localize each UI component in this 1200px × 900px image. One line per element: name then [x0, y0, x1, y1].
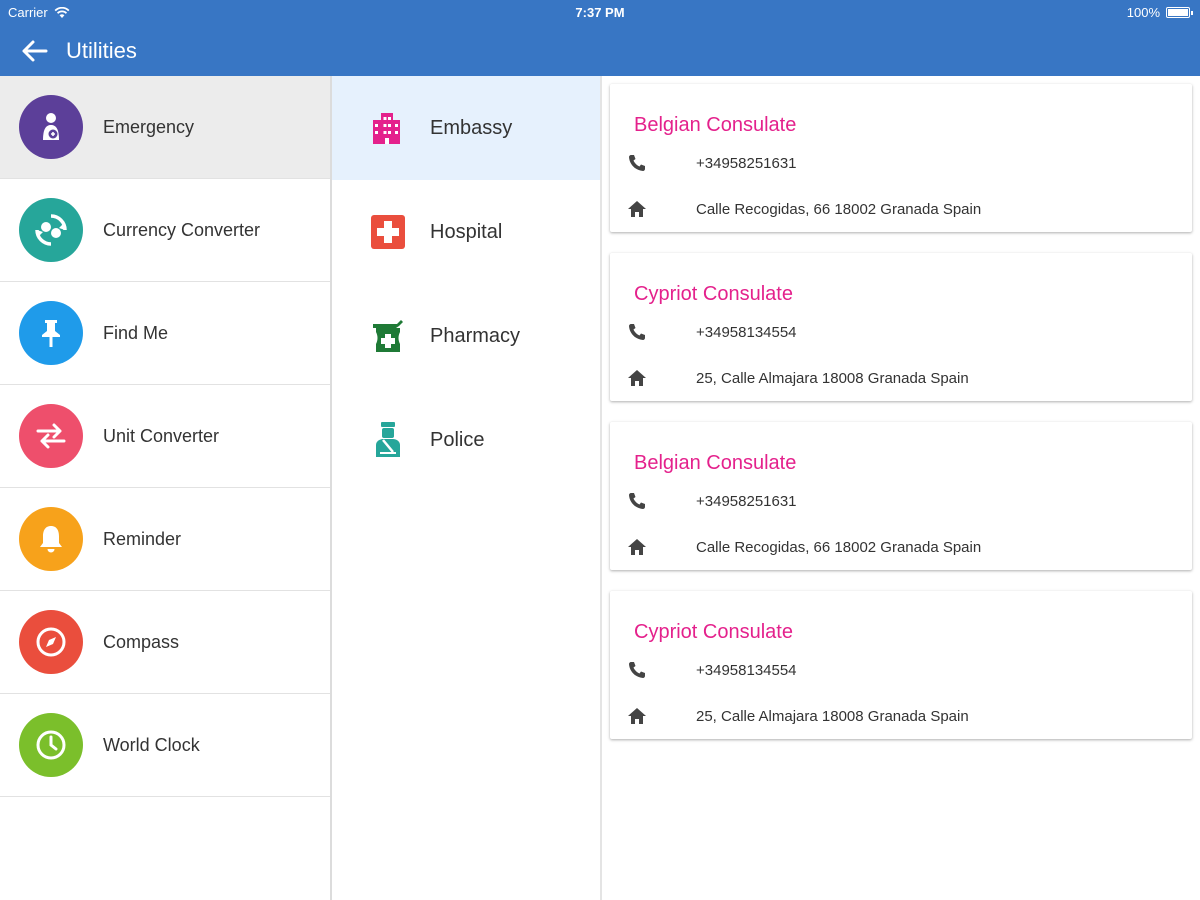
arrow-left-icon	[22, 40, 48, 62]
contact-address-row: Calle Recogidas, 66 18002 Granada Spain	[626, 536, 981, 558]
contact-card[interactable]: Cypriot Consulate +34958134554 25, Calle…	[610, 591, 1192, 739]
contact-phone: +34958134554	[696, 661, 797, 679]
swap-icon	[19, 404, 83, 468]
contact-address-row: 25, Calle Almajara 18008 Granada Spain	[626, 367, 969, 389]
utility-item-emergency[interactable]: Emergency	[0, 76, 330, 179]
contact-address-row: Calle Recogidas, 66 18002 Granada Spain	[626, 198, 981, 220]
pin-icon	[19, 301, 83, 365]
contact-name: Cypriot Consulate	[634, 621, 793, 643]
phone-icon	[626, 321, 648, 343]
contact-phone: +34958251631	[696, 492, 797, 510]
category-item-embassy[interactable]: Embassy	[332, 76, 600, 180]
compass-icon	[19, 610, 83, 674]
contact-phone: +34958134554	[696, 323, 797, 341]
home-icon	[626, 198, 648, 220]
bell-icon	[19, 507, 83, 571]
currency-icon	[19, 198, 83, 262]
contact-phone-row[interactable]: +34958251631	[626, 490, 797, 512]
contact-card[interactable]: Belgian Consulate +34958251631 Calle Rec…	[610, 422, 1192, 570]
building-icon	[364, 106, 408, 150]
police-icon	[366, 418, 410, 462]
page-title: Utilities	[66, 38, 137, 63]
contact-card[interactable]: Belgian Consulate +34958251631 Calle Rec…	[610, 84, 1192, 232]
contact-phone-row[interactable]: +34958251631	[626, 152, 797, 174]
nav-bar: Utilities	[0, 26, 1200, 76]
contact-address-row: 25, Calle Almajara 18008 Granada Spain	[626, 705, 969, 727]
category-list: Embassy Hospital Pharmacy Police	[332, 76, 602, 900]
home-icon	[626, 367, 648, 389]
contact-name: Belgian Consulate	[634, 114, 797, 136]
utility-item-unit-converter[interactable]: Unit Converter	[0, 385, 330, 488]
utility-item-reminder[interactable]: Reminder	[0, 488, 330, 591]
status-time: 7:37 PM	[575, 5, 625, 20]
category-item-police[interactable]: Police	[332, 388, 600, 492]
utility-item-currency-converter[interactable]: Currency Converter	[0, 179, 330, 282]
battery-icon	[1166, 7, 1193, 18]
back-button[interactable]	[16, 35, 52, 67]
app: Carrier 7:37 PM 100% Utilities Emergency…	[0, 0, 1200, 900]
contact-address: 25, Calle Almajara 18008 Granada Spain	[696, 707, 969, 725]
clock-icon	[19, 713, 83, 777]
battery-label: 100%	[1126, 5, 1160, 20]
home-icon	[626, 536, 648, 558]
contacts-panel: Belgian Consulate +34958251631 Calle Rec…	[602, 76, 1200, 900]
emergency-icon	[19, 95, 83, 159]
utility-item-find-me[interactable]: Find Me	[0, 282, 330, 385]
battery-indicator: 100%	[1126, 5, 1193, 20]
contact-card[interactable]: Cypriot Consulate +34958134554 25, Calle…	[610, 253, 1192, 401]
phone-icon	[626, 490, 648, 512]
category-label: Hospital	[430, 220, 503, 243]
phone-icon	[626, 152, 648, 174]
utility-item-world-clock[interactable]: World Clock	[0, 694, 330, 797]
category-label: Police	[430, 428, 485, 451]
utility-label: World Clock	[103, 734, 200, 755]
contact-address: 25, Calle Almajara 18008 Granada Spain	[696, 369, 969, 387]
utility-label: Compass	[103, 631, 180, 652]
contact-phone-row[interactable]: +34958134554	[626, 321, 797, 343]
utilities-list: Emergency Currency Converter Find Me Uni…	[0, 76, 332, 900]
utility-item-compass[interactable]: Compass	[0, 591, 330, 694]
category-label: Embassy	[430, 116, 513, 139]
pharmacy-icon	[366, 314, 410, 358]
contact-address: Calle Recogidas, 66 18002 Granada Spain	[696, 538, 982, 556]
utility-label: Currency Converter	[103, 219, 261, 240]
category-label: Pharmacy	[430, 324, 521, 347]
utility-label: Reminder	[103, 528, 182, 549]
top-bar: Carrier 7:37 PM 100% Utilities	[0, 0, 1200, 76]
category-item-hospital[interactable]: Hospital	[332, 180, 600, 284]
contact-phone-row[interactable]: +34958134554	[626, 659, 797, 681]
contact-name: Cypriot Consulate	[634, 283, 793, 305]
contact-address: Calle Recogidas, 66 18002 Granada Spain	[696, 200, 982, 218]
category-item-pharmacy[interactable]: Pharmacy	[332, 284, 600, 388]
hospital-cross-icon	[366, 210, 410, 254]
status-bar: Carrier 7:37 PM 100%	[0, 0, 1200, 26]
contact-phone: +34958251631	[696, 154, 797, 172]
home-icon	[626, 705, 648, 727]
phone-icon	[626, 659, 648, 681]
utility-label: Unit Converter	[103, 425, 220, 446]
utility-label: Emergency	[103, 116, 195, 137]
utility-label: Find Me	[103, 322, 169, 343]
contact-name: Belgian Consulate	[634, 452, 797, 474]
